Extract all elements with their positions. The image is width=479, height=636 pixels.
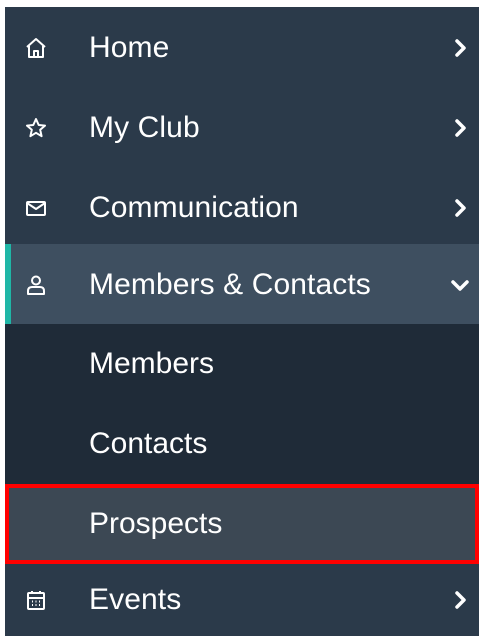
chevron-right-icon	[451, 38, 469, 57]
submenu-item-members[interactable]: Members	[5, 324, 479, 404]
nav-item-events[interactable]: Events	[5, 564, 479, 636]
calendar-icon	[25, 589, 47, 611]
members-contacts-submenu: Members Contacts Prospects	[5, 324, 479, 564]
user-icon	[25, 274, 47, 296]
sidebar-nav: Home My Club Communication Members & Con…	[5, 7, 479, 636]
star-icon	[25, 117, 47, 139]
nav-item-my-club[interactable]: My Club	[5, 87, 479, 168]
chevron-right-icon	[451, 591, 469, 609]
submenu-item-contacts[interactable]: Contacts	[5, 404, 479, 484]
submenu-item-label: Contacts	[89, 427, 208, 460]
nav-item-label: Members & Contacts	[89, 267, 371, 301]
envelope-icon	[25, 197, 47, 219]
nav-item-label: Events	[89, 583, 182, 616]
submenu-item-prospects[interactable]: Prospects	[5, 484, 479, 564]
nav-item-label: Communication	[89, 190, 299, 224]
chevron-right-icon	[451, 118, 469, 137]
active-accent-bar	[5, 244, 11, 325]
submenu-item-label: Prospects	[89, 507, 223, 540]
nav-item-home[interactable]: Home	[5, 7, 479, 88]
nav-item-label: My Club	[89, 110, 200, 144]
nav-item-communication[interactable]: Communication	[5, 167, 479, 248]
nav-item-label: Home	[89, 30, 170, 64]
nav-item-members-contacts[interactable]: Members & Contacts	[5, 244, 479, 325]
home-icon	[25, 37, 47, 59]
chevron-right-icon	[451, 198, 469, 217]
submenu-item-label: Members	[89, 347, 215, 380]
chevron-down-icon	[451, 276, 469, 294]
